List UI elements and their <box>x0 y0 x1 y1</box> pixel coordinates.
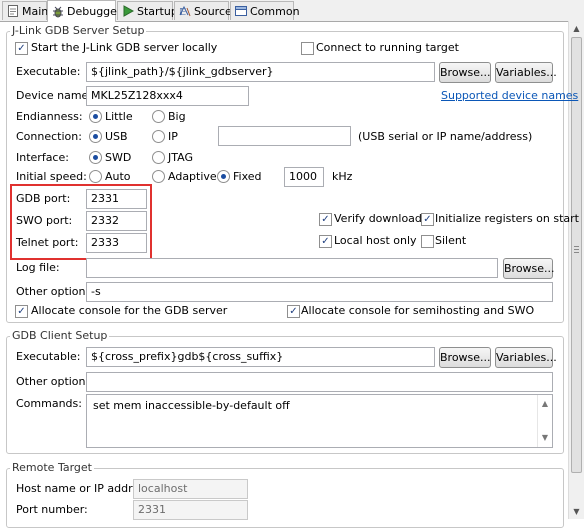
log-browse-button[interactable]: Browse... <box>503 258 555 279</box>
connection-usb-label: USB <box>105 130 128 143</box>
connection-ip-label: IP <box>168 130 178 143</box>
verify-downloads-checkbox[interactable]: ✓ <box>319 213 332 226</box>
host-name-field[interactable]: localhost <box>133 479 248 499</box>
initial-speed-label: Initial speed: <box>16 170 87 183</box>
supported-devices-link[interactable]: Supported device names <box>441 89 578 102</box>
device-name-label: Device name: <box>16 89 93 102</box>
usb-hint-label: (USB serial or IP name/address) <box>358 130 533 143</box>
speed-auto-radio[interactable] <box>89 170 102 183</box>
tab-source-label: Source <box>194 4 232 18</box>
init-registers-checkbox[interactable]: ✓ <box>421 213 434 226</box>
connect-running-checkbox[interactable] <box>301 42 314 55</box>
tab-main-label: Main <box>22 4 49 18</box>
server-other-options-label: Other options: <box>16 285 95 298</box>
init-registers-label: Initialize registers on start <box>435 212 579 225</box>
silent-checkbox[interactable] <box>421 235 434 248</box>
server-executable-field[interactable]: ${jlink_path}/${jlink_gdbserver} <box>86 62 435 82</box>
endianness-little-radio[interactable] <box>89 110 102 123</box>
client-executable-label: Executable: <box>16 350 81 363</box>
commands-scroll-up-icon[interactable]: ▲ <box>538 397 552 411</box>
connection-label: Connection: <box>16 130 82 143</box>
interface-label: Interface: <box>16 151 69 164</box>
endianness-little-label: Little <box>105 110 133 123</box>
tab-common[interactable]: Common <box>230 1 300 20</box>
speed-value-field[interactable]: 1000 <box>284 167 324 187</box>
scroll-up-arrow-icon[interactable]: ▲ <box>569 21 584 36</box>
commands-scrollbar[interactable]: ▲ ▼ <box>537 395 552 447</box>
endianness-label: Endianness: <box>16 110 83 123</box>
silent-label: Silent <box>435 234 467 247</box>
interface-jtag-label: JTAG <box>168 151 193 164</box>
tab-startup-label: Startup <box>137 4 178 18</box>
start-locally-checkbox[interactable]: ✓ <box>15 42 28 55</box>
interface-swd-radio[interactable] <box>89 151 102 164</box>
remote-target-group <box>6 468 564 528</box>
alloc-semihost-console-label: Allocate console for semihosting and SWO <box>301 304 535 317</box>
log-file-label: Log file: <box>16 261 60 274</box>
device-name-field[interactable]: MKL25Z128xxx4 <box>86 86 249 106</box>
server-other-options-field[interactable]: -s <box>86 282 553 302</box>
tab-main[interactable]: Main <box>2 1 49 20</box>
commands-label: Commands: <box>16 397 82 410</box>
jlink-server-group-title: J-Link GDB Server Setup <box>10 24 147 37</box>
server-variables-button[interactable]: Variables... <box>495 62 557 83</box>
commands-scroll-down-icon[interactable]: ▼ <box>538 431 552 445</box>
gdb-client-group-title: GDB Client Setup <box>10 329 110 342</box>
tab-source[interactable]: 𝔼 Source <box>174 1 232 20</box>
client-other-options-label: Other options: <box>16 375 95 388</box>
startup-arrow-icon <box>122 5 135 17</box>
log-file-field[interactable] <box>86 258 498 278</box>
alloc-gdb-console-label: Allocate console for the GDB server <box>31 304 228 317</box>
alloc-semihost-console-checkbox[interactable]: ✓ <box>287 305 300 318</box>
tab-debugger[interactable]: Debugger <box>47 0 121 22</box>
tab-bar: Main Debugger Startup 𝔼 Source Common <box>0 0 584 22</box>
connection-usb-radio[interactable] <box>89 130 102 143</box>
local-host-only-label: Local host only <box>334 234 417 247</box>
local-host-only-checkbox[interactable]: ✓ <box>319 235 332 248</box>
server-browse-button[interactable]: Browse... <box>439 62 491 83</box>
speed-fixed-radio[interactable] <box>217 170 230 183</box>
server-executable-label: Executable: <box>16 65 81 78</box>
ports-highlight-box <box>10 184 152 260</box>
tab-debugger-label: Debugger <box>67 5 122 18</box>
connection-ip-radio[interactable] <box>152 130 165 143</box>
port-number-label: Port number: <box>16 503 88 516</box>
verify-downloads-label: Verify downloads <box>334 212 428 225</box>
interface-jtag-radio[interactable] <box>152 151 165 164</box>
endianness-big-radio[interactable] <box>152 110 165 123</box>
endianness-big-label: Big <box>168 110 186 123</box>
tab-common-label: Common <box>250 4 300 18</box>
remote-target-group-title: Remote Target <box>10 461 94 474</box>
client-browse-button[interactable]: Browse... <box>439 347 491 368</box>
commands-text: set mem inaccessible-by-default off <box>93 399 290 412</box>
ip-address-field[interactable] <box>218 126 351 146</box>
client-other-options-field[interactable] <box>86 372 553 392</box>
client-variables-button[interactable]: Variables... <box>495 347 557 368</box>
speed-auto-label: Auto <box>105 170 131 183</box>
khz-label: kHz <box>332 170 353 183</box>
port-number-field[interactable]: 2331 <box>133 500 248 520</box>
main-tab-icon <box>7 5 19 17</box>
source-icon: 𝔼 <box>179 5 191 18</box>
client-executable-field[interactable]: ${cross_prefix}gdb${cross_suffix} <box>86 347 435 367</box>
speed-fixed-label: Fixed <box>233 170 262 183</box>
debugger-bug-icon <box>52 6 64 18</box>
common-icon <box>235 5 247 17</box>
speed-adaptive-radio[interactable] <box>152 170 165 183</box>
interface-swd-label: SWD <box>105 151 132 164</box>
tab-startup[interactable]: Startup <box>117 1 178 20</box>
alloc-gdb-console-checkbox[interactable]: ✓ <box>15 305 28 318</box>
scroll-down-arrow-icon[interactable]: ▼ <box>569 504 584 519</box>
speed-adaptive-label: Adaptive <box>168 170 217 183</box>
scrollbar-thumb[interactable] <box>571 37 582 473</box>
start-locally-label: Start the J-Link GDB server locally <box>31 41 218 54</box>
connect-running-label: Connect to running target <box>316 41 459 54</box>
commands-textarea[interactable]: set mem inaccessible-by-default off ▲ ▼ <box>86 394 553 448</box>
